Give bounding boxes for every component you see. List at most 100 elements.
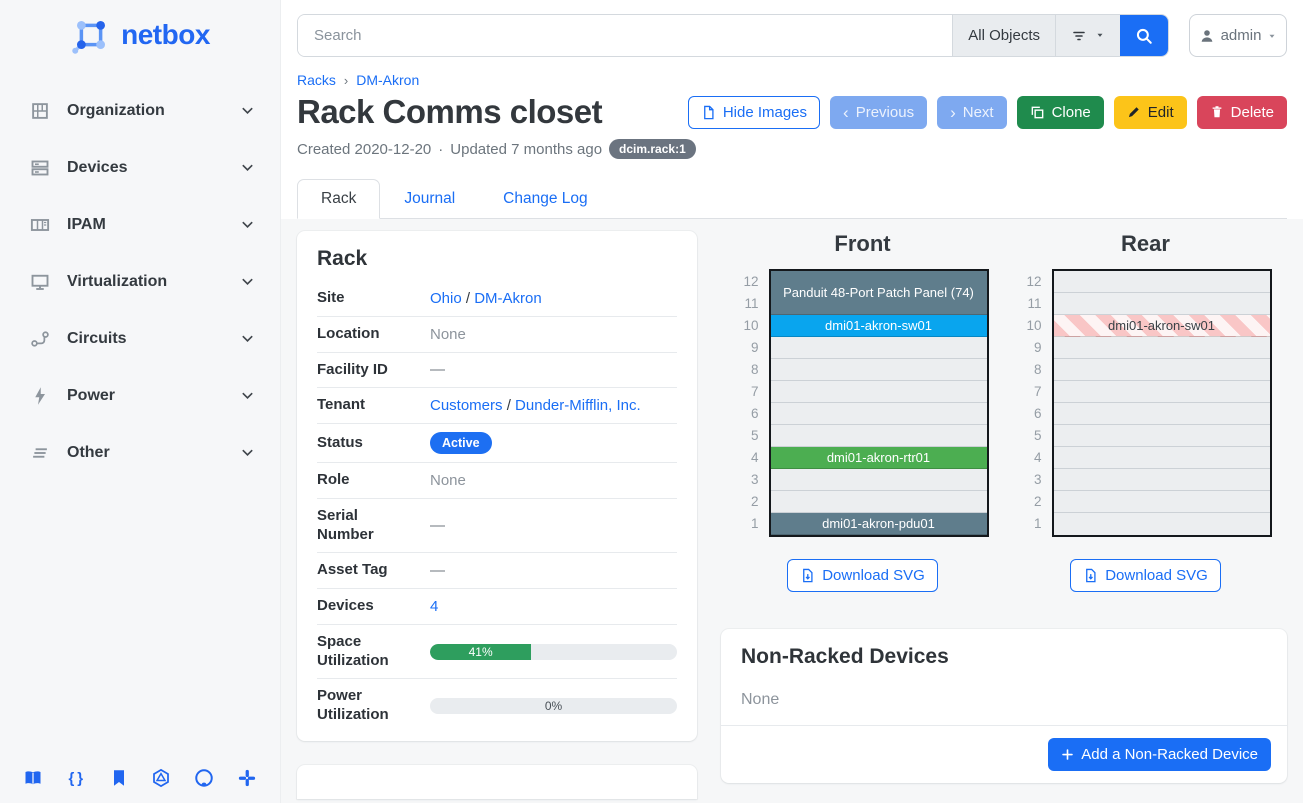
front-empty-slot-u2[interactable] <box>771 491 987 513</box>
search-scope-label: All Objects <box>968 27 1040 44</box>
sidebar-item-ipam[interactable]: IPAM <box>0 206 280 244</box>
front-empty-slot-u6[interactable] <box>771 403 987 425</box>
attr-label: Devices <box>317 597 412 616</box>
non-racked-panel-title: Non-Racked Devices <box>741 645 1267 669</box>
attr-label: Role <box>317 471 412 490</box>
search-filter-button[interactable] <box>1055 15 1120 56</box>
rear-empty-slot-u2[interactable] <box>1054 491 1270 513</box>
search-scope-button[interactable]: All Objects <box>952 15 1055 56</box>
unit-label: 9 <box>1020 337 1042 359</box>
front-empty-slot-u5[interactable] <box>771 425 987 447</box>
slack-icon[interactable] <box>236 767 258 789</box>
value-link[interactable]: Ohio <box>430 290 462 307</box>
plus-icon <box>1061 748 1074 761</box>
attr-value: Customers / Dunder-Mifflin, Inc. <box>412 397 677 414</box>
rear-empty-slot-u3[interactable] <box>1054 469 1270 491</box>
sidebar-item-virtualization[interactable]: Virtualization <box>0 263 280 301</box>
breadcrumb-site-link[interactable]: DM-Akron <box>356 72 419 88</box>
sidebar-item-label: Organization <box>67 102 240 120</box>
clone-button[interactable]: Clone <box>1017 96 1104 129</box>
netbox-logo-text: netbox <box>121 19 210 51</box>
unit-label: 5 <box>737 425 759 447</box>
sidebar-item-devices[interactable]: Devices <box>0 149 280 187</box>
utilization-value: 0% <box>545 699 562 713</box>
netbox-logo[interactable]: netbox <box>0 0 280 80</box>
attr-value: None <box>412 326 677 343</box>
front-device-dmi01-akron-rtr01[interactable]: dmi01-akron-rtr01 <box>771 447 987 469</box>
sidebar-item-power[interactable]: Power <box>0 377 280 415</box>
attr-label: Power Utilization <box>317 687 412 725</box>
front-empty-slot-u9[interactable] <box>771 337 987 359</box>
tab-journal[interactable]: Journal <box>380 179 479 219</box>
status-badge: Active <box>430 432 492 454</box>
attr-label: Location <box>317 325 412 344</box>
docs-book-icon[interactable] <box>22 767 44 789</box>
search-icon <box>1135 27 1153 45</box>
front-empty-slot-u7[interactable] <box>771 381 987 403</box>
ipam-icon <box>30 215 50 235</box>
user-menu-label: admin <box>1221 27 1262 44</box>
tab-change-log[interactable]: Change Log <box>479 179 611 219</box>
attr-value: 41% <box>412 644 677 660</box>
front-download-svg-button[interactable]: Download SVG <box>787 559 938 592</box>
search-submit-button[interactable] <box>1120 15 1168 56</box>
rack-attr-row: TenantCustomers / Dunder-Mifflin, Inc. <box>317 388 677 424</box>
updated-text: Updated 7 months ago <box>450 141 602 158</box>
rear-download-svg-button[interactable]: Download SVG <box>1070 559 1221 592</box>
device-count-link[interactable]: 4 <box>430 598 438 615</box>
rear-empty-slot-u7[interactable] <box>1054 381 1270 403</box>
trash-icon <box>1210 105 1224 119</box>
rear-device-dmi01-akron-sw01[interactable]: dmi01-akron-sw01 <box>1054 315 1270 337</box>
rack-attr-row: Space Utilization41% <box>317 625 677 680</box>
previous-button[interactable]: ‹ Previous <box>830 96 927 129</box>
rear-empty-slot-u11[interactable] <box>1054 293 1270 315</box>
sidebar-footer-icons: { } <box>0 767 280 789</box>
value-link[interactable]: Dunder-Mifflin, Inc. <box>515 397 641 414</box>
attr-value: None <box>412 472 677 489</box>
sidebar-item-label: IPAM <box>67 216 240 234</box>
unit-label: 6 <box>737 403 759 425</box>
rear-empty-slot-u4[interactable] <box>1054 447 1270 469</box>
rear-elevation-section: Rear 121110987654321dmi01-akron-sw01 Dow… <box>1004 231 1287 592</box>
rear-empty-slot-u1[interactable] <box>1054 513 1270 535</box>
hide-images-button[interactable]: Hide Images <box>688 96 820 129</box>
user-menu-button[interactable]: admin <box>1189 14 1287 57</box>
content-area: Rack SiteOhio / DM-AkronLocationNoneFaci… <box>281 219 1303 803</box>
sidebar-item-label: Circuits <box>67 330 240 348</box>
attr-label: Space Utilization <box>317 633 412 671</box>
front-empty-slot-u8[interactable] <box>771 359 987 381</box>
sidebar-item-organization[interactable]: Organization <box>0 92 280 130</box>
edit-button[interactable]: Edit <box>1114 96 1187 129</box>
rear-empty-slot-u9[interactable] <box>1054 337 1270 359</box>
rear-empty-slot-u5[interactable] <box>1054 425 1270 447</box>
api-braces-icon[interactable]: { } <box>65 767 87 789</box>
front-device-dmi01-akron-pdu01[interactable]: dmi01-akron-pdu01 <box>771 513 987 535</box>
created-text: Created 2020-12-20 <box>297 141 431 158</box>
breadcrumb-racks-link[interactable]: Racks <box>297 72 336 88</box>
tab-rack[interactable]: Rack <box>297 179 380 219</box>
value-link[interactable]: DM-Akron <box>474 290 542 307</box>
add-non-racked-device-button[interactable]: Add a Non-Racked Device <box>1048 738 1271 771</box>
unit-label: 6 <box>1020 403 1042 425</box>
front-empty-slot-u3[interactable] <box>771 469 987 491</box>
next-button[interactable]: › Next <box>937 96 1007 129</box>
sidebar-item-circuits[interactable]: Circuits <box>0 320 280 358</box>
delete-button[interactable]: Delete <box>1197 96 1287 129</box>
unit-label: 4 <box>1020 447 1042 469</box>
rack-attr-row: Location None <box>317 317 677 353</box>
bookmark-icon[interactable] <box>108 767 130 789</box>
front-device-panduit-48-port-patch-panel-74-[interactable]: Panduit 48-Port Patch Panel (74) <box>771 271 987 315</box>
search-input[interactable] <box>298 15 952 56</box>
value-link[interactable]: Customers <box>430 397 503 414</box>
rear-empty-slot-u8[interactable] <box>1054 359 1270 381</box>
object-meta: Created 2020-12-20 · Updated 7 months ag… <box>297 139 1287 159</box>
graphql-icon[interactable] <box>150 767 172 789</box>
rear-empty-slot-u6[interactable] <box>1054 403 1270 425</box>
front-device-dmi01-akron-sw01[interactable]: dmi01-akron-sw01 <box>771 315 987 337</box>
pencil-icon <box>1127 105 1141 119</box>
rear-empty-slot-u12[interactable] <box>1054 271 1270 293</box>
sidebar-item-other[interactable]: Other <box>0 434 280 472</box>
value-none: None <box>430 326 466 343</box>
attr-label: Asset Tag <box>317 561 412 580</box>
github-icon[interactable] <box>193 767 215 789</box>
